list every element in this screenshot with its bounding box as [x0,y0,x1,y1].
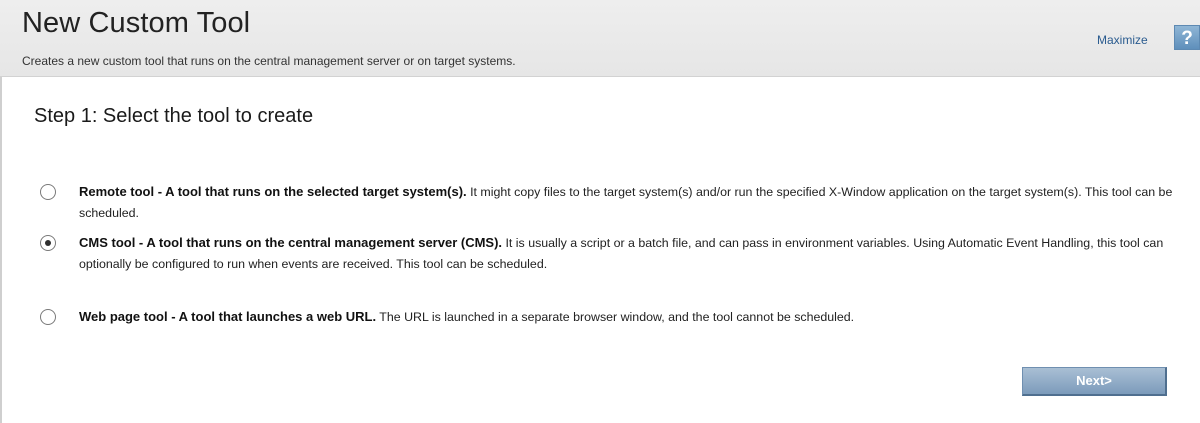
option-cms-tool-label: CMS tool - A tool that runs on the centr… [79,232,1179,275]
option-remote-tool-label: Remote tool - A tool that runs on the se… [79,181,1179,224]
option-cms-tool-title: CMS tool - A tool that runs on the centr… [79,235,503,250]
page-header: New Custom Tool Creates a new custom too… [0,0,1200,77]
step-title: Step 1: Select the tool to create [34,105,314,127]
radio-cms-tool[interactable] [40,235,56,251]
page-subtitle: Creates a new custom tool that runs on t… [22,54,516,68]
help-button[interactable]: ? [1174,25,1200,50]
option-web-page-tool-label: Web page tool - A tool that launches a w… [79,306,1179,328]
option-remote-tool-title: Remote tool - A tool that runs on the se… [79,184,467,199]
maximize-link[interactable]: Maximize [1097,33,1148,47]
option-web-page-tool-title: Web page tool - A tool that launches a w… [79,309,377,324]
option-web-page-tool-description: The URL is launched in a separate browse… [376,310,855,324]
radio-selected-dot [45,240,51,246]
page-title: New Custom Tool [22,7,251,39]
radio-remote-tool[interactable] [40,184,56,200]
next-button[interactable]: Next> [1022,367,1167,396]
radio-web-page-tool[interactable] [40,309,56,325]
